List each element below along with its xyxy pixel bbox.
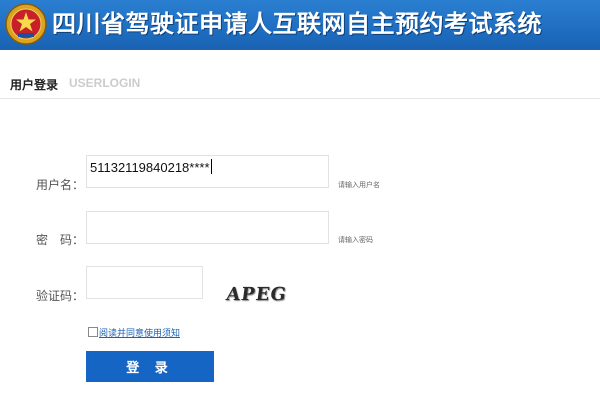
- police-emblem-icon: [5, 3, 47, 45]
- captcha-label: 验证码：: [36, 289, 85, 303]
- password-input[interactable]: [86, 211, 329, 244]
- system-title: 四川省驾驶证申请人互联网自主预约考试系统: [52, 10, 542, 38]
- captcha-input[interactable]: [86, 266, 203, 299]
- login-tab-title: 用户登录: [10, 78, 59, 92]
- login-tab-row: 用户登录 USERLOGIN: [0, 70, 600, 99]
- login-button[interactable]: 登 录: [86, 351, 214, 382]
- password-label: 密 码：: [36, 233, 85, 247]
- agree-terms-link[interactable]: 阅读并同意使用须知: [99, 326, 180, 339]
- login-tab-subtitle: USERLOGIN: [69, 76, 141, 90]
- login-page: 四川省驾驶证申请人互联网自主预约考试系统 用户登录 USERLOGIN 用户名：…: [0, 0, 600, 404]
- text-caret: [210, 159, 212, 174]
- captcha-image[interactable]: APEG: [224, 284, 289, 308]
- username-hint: 请输入用户名: [338, 181, 380, 189]
- header-banner: 四川省驾驶证申请人互联网自主预约考试系统: [0, 0, 600, 50]
- agree-checkbox[interactable]: [88, 327, 98, 337]
- password-hint: 请输入密码: [338, 236, 373, 244]
- username-input[interactable]: 51132119840218****: [86, 155, 329, 188]
- username-value: 51132119840218****: [90, 160, 210, 175]
- username-label: 用户名：: [36, 178, 85, 192]
